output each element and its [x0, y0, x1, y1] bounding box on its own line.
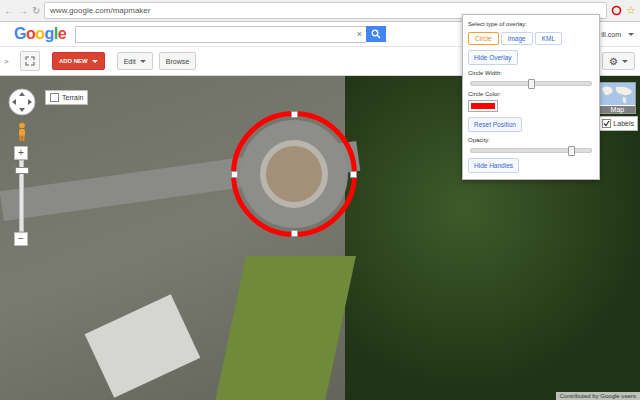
add-new-button[interactable]: ADD NEW	[52, 52, 105, 70]
overlay-type-tab[interactable]: Circle	[468, 32, 499, 45]
settings-button[interactable]: ⚙	[602, 52, 635, 70]
checkmark-icon	[603, 120, 610, 127]
zoom-out-button[interactable]: −	[14, 232, 28, 246]
building	[85, 294, 201, 398]
terrain-checkbox[interactable]	[50, 93, 59, 102]
expand-panel-button[interactable]: >	[4, 57, 14, 66]
zoom-in-button[interactable]: +	[14, 146, 28, 160]
search-button[interactable]	[366, 26, 386, 42]
panel-button[interactable]: Hide Overlay	[468, 50, 518, 65]
resize-handle[interactable]	[231, 171, 238, 178]
browser-window: ←→↻ www.google.com/mapmaker ☆ Google × i…	[0, 0, 640, 400]
nav-buttons: ← → ↻	[4, 6, 40, 16]
overlay-type-prompt: Select type of overlay:	[468, 21, 594, 27]
magnifier-icon	[371, 29, 381, 39]
edit-button[interactable]: Edit	[117, 52, 153, 70]
account-menu[interactable]: ill.com	[601, 31, 634, 38]
google-logo[interactable]: Google	[14, 25, 75, 43]
search-box[interactable]: ×	[75, 26, 366, 43]
zoom-slider[interactable]	[19, 160, 24, 232]
clear-search-button[interactable]: ×	[357, 30, 362, 39]
terrain-toggle[interactable]: Terrain	[45, 90, 88, 105]
overlay-type-tab[interactable]: Image	[501, 32, 533, 45]
resize-handle[interactable]	[291, 111, 298, 118]
nav-button[interactable]: ←	[4, 6, 14, 16]
resize-handle[interactable]	[291, 230, 298, 237]
grass-area	[214, 256, 356, 400]
panel-button[interactable]: Hide Handles	[468, 158, 519, 173]
labels-toggle[interactable]: Labels	[598, 116, 638, 131]
color-control: Circle Color:	[468, 91, 594, 112]
slider-handle[interactable]	[568, 146, 575, 156]
resize-handle[interactable]	[350, 171, 357, 178]
slider-track[interactable]	[470, 148, 592, 153]
pan-control-icon[interactable]	[8, 88, 36, 116]
overlay-type-tab[interactable]: KML	[535, 32, 562, 45]
map-thumbnail: Map	[598, 82, 636, 114]
bookmark-star-icon[interactable]: ☆	[626, 5, 636, 16]
zoom-control: + −	[14, 146, 28, 246]
slider-control: Circle Width:	[468, 70, 594, 86]
map-type-control[interactable]: Map Labels	[598, 82, 638, 131]
fullscreen-icon	[25, 56, 35, 66]
pegman-icon[interactable]	[16, 122, 28, 142]
roundabout	[240, 120, 348, 228]
overlay-extension-popup: Select type of overlay: CircleImageKML H…	[462, 14, 600, 180]
slider-control: Opacity:	[468, 137, 594, 153]
circle-overlay[interactable]	[231, 111, 357, 237]
slider-handle[interactable]	[528, 79, 535, 89]
nav-button[interactable]: ↻	[32, 6, 40, 16]
overlay-type-tabs: CircleImageKML	[468, 32, 594, 45]
browse-button[interactable]: Browse	[159, 52, 196, 70]
panel-button[interactable]: Reset Position	[468, 117, 522, 132]
color-picker[interactable]	[468, 100, 498, 112]
attribution: Contributed by Google users	[556, 392, 640, 400]
labels-checkbox[interactable]	[602, 119, 611, 128]
world-map-icon	[599, 83, 635, 105]
fullscreen-button[interactable]	[20, 51, 40, 71]
slider-track[interactable]	[470, 81, 592, 86]
nav-button[interactable]: →	[18, 6, 28, 16]
circle-overlay-extension-icon[interactable]	[611, 5, 622, 16]
